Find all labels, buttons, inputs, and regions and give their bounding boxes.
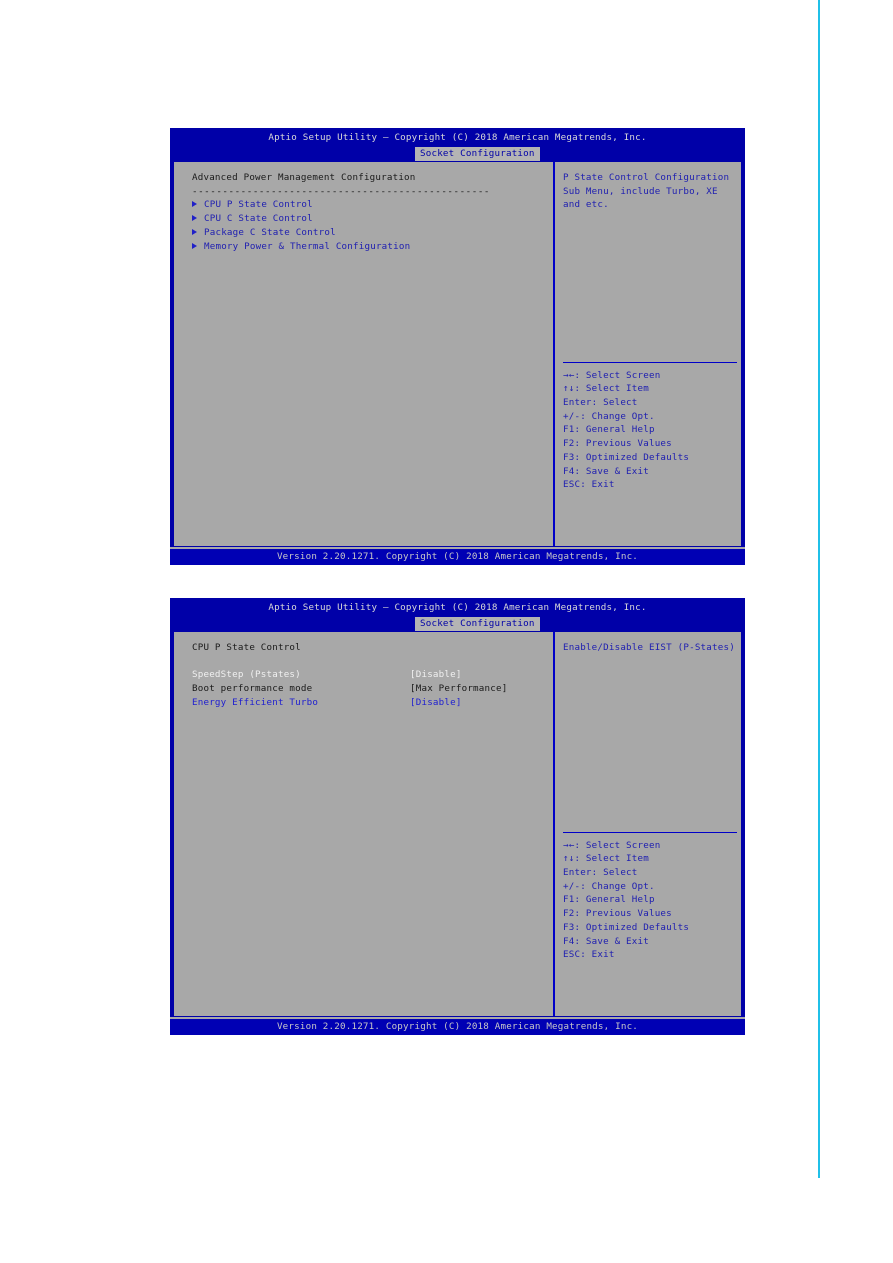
bios-screen-cpu-p-state-control: Aptio Setup Utility – Copyright (C) 2018… [170,598,745,1035]
setting-label: SpeedStep (Pstates) [192,669,301,681]
menu-item-label: Package C State Control [204,226,336,238]
key-esc-exit: ESC: Exit [563,479,615,491]
setting-value[interactable]: [Disable] [410,668,462,682]
setting-value[interactable]: [Max Performance] [410,682,507,696]
key-change-opt: +/-: Change Opt. [563,880,655,892]
help-pane: Enable/Disable EIST (P-States) →←: Selec… [555,632,741,1016]
submenu-arrow-icon [192,201,197,208]
key-select-item: ↑↓: Select Item [563,383,649,395]
help-pane: P State Control Configuration Sub Menu, … [555,162,741,546]
menu-item-label: CPU C State Control [204,213,313,225]
bios-content-frame: CPU P State Control SpeedStep (Pstates) … [173,631,742,1017]
setting-value[interactable]: [Disable] [410,696,462,710]
key-enter-select: Enter: Select [563,867,638,879]
setting-speedstep-pstates[interactable]: SpeedStep (Pstates) [Disable] [192,668,553,682]
menu-item-cpu-c-state-control[interactable]: CPU C State Control [192,212,553,226]
bios-titlebar: Aptio Setup Utility – Copyright (C) 2018… [170,598,745,617]
key-f1-general-help: F1: General Help [563,424,655,436]
help-text: P State Control Configuration Sub Menu, … [563,171,741,212]
key-select-screen: →←: Select Screen [563,839,661,851]
tab-socket-configuration[interactable]: Socket Configuration [415,617,540,631]
help-line: P State Control Configuration [563,172,730,183]
key-change-opt: +/-: Change Opt. [563,410,655,422]
settings-pane: Advanced Power Management Configuration … [174,162,553,546]
bios-footer-version: Version 2.20.1271. Copyright (C) 2018 Am… [170,549,745,565]
menu-item-cpu-p-state-control[interactable]: CPU P State Control [192,198,553,212]
setting-label: Boot performance mode [192,683,313,695]
bios-screen-advanced-power-management: Aptio Setup Utility – Copyright (C) 2018… [170,128,745,565]
setting-energy-efficient-turbo[interactable]: Energy Efficient Turbo [Disable] [192,696,553,710]
key-f4-save-exit: F4: Save & Exit [563,465,649,477]
help-line: Sub Menu, include Turbo, XE [563,185,718,197]
bios-content-frame: Advanced Power Management Configuration … [173,161,742,547]
key-f3-optimized-defaults: F3: Optimized Defaults [563,921,690,933]
menu-item-label: CPU P State Control [204,199,313,211]
key-f3-optimized-defaults: F3: Optimized Defaults [563,451,690,463]
key-esc-exit: ESC: Exit [563,949,615,961]
bios-footer-version: Version 2.20.1271. Copyright (C) 2018 Am… [170,1019,745,1035]
heading-divider: ----------------------------------------… [192,185,490,197]
submenu-arrow-icon [192,215,197,222]
key-enter-select: Enter: Select [563,397,638,409]
setting-boot-performance-mode[interactable]: Boot performance mode [Max Performance] [192,682,553,696]
menu-item-memory-power-thermal-configuration[interactable]: Memory Power & Thermal Configuration [192,240,553,254]
submenu-arrow-icon [192,242,197,249]
key-legend-rule [563,361,737,363]
bios-tab-row: Socket Configuration [170,147,745,161]
help-text: Enable/Disable EIST (P-States) [563,641,741,655]
page-margin-guide [818,0,820,1178]
setting-label: Energy Efficient Turbo [192,696,319,708]
page-title: Advanced Power Management Configuration [192,172,416,183]
submenu-arrow-icon [192,228,197,235]
help-line: and etc. [563,199,609,211]
key-f1-general-help: F1: General Help [563,894,655,906]
page-title: CPU P State Control [192,642,301,653]
key-legend: →←: Select Screen ↑↓: Select Item Enter:… [563,361,737,492]
key-select-item: ↑↓: Select Item [563,853,649,865]
bios-tab-row: Socket Configuration [170,617,745,631]
key-f2-previous-values: F2: Previous Values [563,438,672,450]
bios-titlebar: Aptio Setup Utility – Copyright (C) 2018… [170,128,745,147]
key-select-screen: →←: Select Screen [563,369,661,381]
settings-pane: CPU P State Control SpeedStep (Pstates) … [174,632,553,1016]
key-legend: →←: Select Screen ↑↓: Select Item Enter:… [563,831,737,962]
menu-item-label: Memory Power & Thermal Configuration [204,240,411,252]
tab-socket-configuration[interactable]: Socket Configuration [415,147,540,161]
key-legend-rule [563,831,737,833]
key-f4-save-exit: F4: Save & Exit [563,935,649,947]
menu-item-package-c-state-control[interactable]: Package C State Control [192,226,553,240]
help-line: Enable/Disable EIST (P-States) [563,642,735,653]
key-f2-previous-values: F2: Previous Values [563,908,672,920]
